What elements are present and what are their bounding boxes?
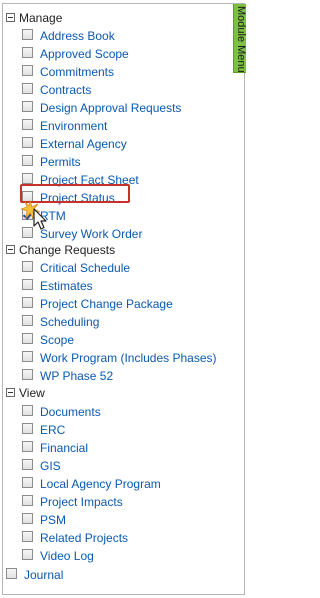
group-view-label: View — [19, 386, 45, 400]
module-menu-panel: Module Menu Manage Address Book Approved… — [2, 3, 247, 595]
checkbox[interactable] — [6, 568, 17, 580]
checkbox[interactable] — [22, 333, 33, 345]
checkbox[interactable] — [22, 29, 33, 41]
checkbox[interactable] — [22, 423, 33, 435]
checkbox[interactable] — [22, 459, 33, 471]
checkbox[interactable] — [22, 279, 33, 291]
module-menu-tab[interactable]: Module Menu — [233, 4, 247, 73]
menu-item-environment[interactable]: Environment — [22, 116, 107, 134]
checkbox[interactable] — [22, 549, 33, 561]
menu-item-gis[interactable]: GIS — [22, 456, 61, 474]
group-view[interactable]: View — [6, 384, 45, 402]
menu-item-design-approval-requests[interactable]: Design Approval Requests — [22, 98, 181, 116]
menu-item-documents[interactable]: Documents — [22, 402, 101, 420]
menu-item-approved-scope[interactable]: Approved Scope — [22, 44, 129, 62]
menu-item-critical-schedule[interactable]: Critical Schedule — [22, 258, 130, 276]
menu-item-video-log[interactable]: Video Log — [22, 546, 94, 564]
checkbox[interactable] — [22, 137, 33, 149]
collapse-toggle-icon[interactable] — [6, 13, 15, 23]
menu-item-scheduling[interactable]: Scheduling — [22, 312, 99, 330]
menu-item-project-change-package[interactable]: Project Change Package — [22, 294, 173, 312]
collapse-toggle-icon[interactable] — [6, 388, 15, 398]
menu-item-external-agency[interactable]: External Agency — [22, 134, 127, 152]
menu-item-estimates[interactable]: Estimates — [22, 276, 93, 294]
menu-item-local-agency-program[interactable]: Local Agency Program — [22, 474, 161, 492]
menu-item-permits[interactable]: Permits — [22, 152, 81, 170]
menu-item-related-projects[interactable]: Related Projects — [22, 528, 128, 546]
click-cursor-icon — [21, 199, 47, 230]
checkbox[interactable] — [22, 47, 33, 59]
menu-item-project-impacts[interactable]: Project Impacts — [22, 492, 123, 510]
checkbox[interactable] — [22, 477, 33, 489]
module-menu-tab-label: Module Menu — [235, 6, 247, 73]
menu-item-address-book[interactable]: Address Book — [22, 26, 115, 44]
menu-item-contracts[interactable]: Contracts — [22, 80, 91, 98]
checkbox[interactable] — [22, 513, 33, 525]
menu-item-psm[interactable]: PSM — [22, 510, 66, 528]
checkbox[interactable] — [22, 369, 33, 381]
group-change-requests-label: Change Requests — [19, 243, 116, 257]
menu-item-journal[interactable]: Journal — [6, 565, 63, 583]
collapse-toggle-icon[interactable] — [6, 245, 15, 255]
checkbox[interactable] — [22, 495, 33, 507]
checkbox[interactable] — [22, 101, 33, 113]
checkbox[interactable] — [22, 173, 33, 185]
menu-item-financial[interactable]: Financial — [22, 438, 88, 456]
checkbox[interactable] — [22, 83, 33, 95]
menu-item-commitments[interactable]: Commitments — [22, 62, 114, 80]
checkbox[interactable] — [22, 297, 33, 309]
checkbox[interactable] — [22, 65, 33, 77]
checkbox[interactable] — [22, 441, 33, 453]
checkbox[interactable] — [22, 351, 33, 363]
menu-item-erc[interactable]: ERC — [22, 420, 65, 438]
group-manage[interactable]: Manage — [6, 9, 62, 27]
menu-item-wp-phase-52[interactable]: WP Phase 52 — [22, 366, 113, 384]
checkbox[interactable] — [22, 405, 33, 417]
checkbox[interactable] — [22, 531, 33, 543]
checkbox[interactable] — [22, 261, 33, 273]
checkbox[interactable] — [22, 119, 33, 131]
menu-item-work-program[interactable]: Work Program (Includes Phases) — [22, 348, 217, 366]
menu-item-scope[interactable]: Scope — [22, 330, 74, 348]
group-change-requests[interactable]: Change Requests — [6, 241, 115, 259]
checkbox[interactable] — [22, 155, 33, 167]
checkbox[interactable] — [22, 315, 33, 327]
group-manage-label: Manage — [19, 11, 63, 25]
